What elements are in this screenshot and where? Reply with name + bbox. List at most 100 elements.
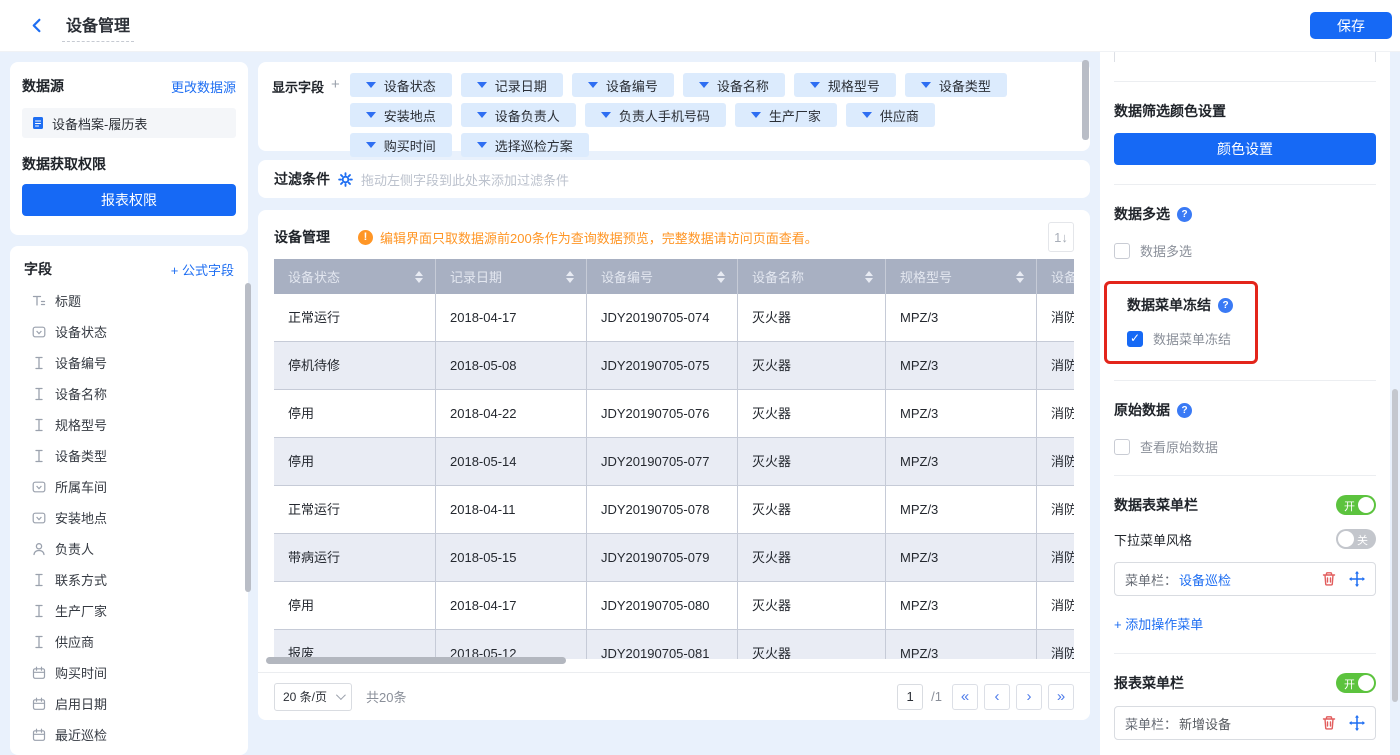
- report-menubar-title: 报表菜单栏: [1114, 675, 1184, 691]
- help-icon[interactable]: ?: [1177, 402, 1192, 418]
- sort-arrows-icon[interactable]: [566, 270, 574, 283]
- field-item[interactable]: 联系方式: [24, 564, 234, 595]
- display-field-chip[interactable]: 选择巡检方案: [460, 133, 589, 157]
- prev-page-button[interactable]: ‹: [984, 683, 1010, 710]
- display-field-chip[interactable]: 设备负责人: [460, 103, 576, 127]
- dropdown-style-toggle[interactable]: 关: [1336, 529, 1376, 549]
- warning-text: 编辑界面只取数据源前200条作为查询数据预览，完整数据请访问页面查看。: [380, 230, 818, 246]
- sort-tool-button[interactable]: 1↓: [1048, 222, 1074, 252]
- table-menubar-item[interactable]: 菜单栏： 设备巡检: [1114, 562, 1376, 596]
- back-icon[interactable]: [26, 15, 48, 37]
- menubar-item-value[interactable]: 设备巡检: [1179, 570, 1231, 589]
- page-scrollbar[interactable]: [1392, 389, 1398, 702]
- table-row[interactable]: 停用 2018-04-17 JDY20190705-080 灭火器 MPZ/3 …: [274, 582, 1074, 630]
- column-label: 设备类型: [1051, 270, 1074, 285]
- first-page-button[interactable]: «: [952, 683, 978, 710]
- fields-scrollbar[interactable]: [245, 283, 251, 592]
- raw-data-checkbox-label: 查看原始数据: [1140, 440, 1219, 455]
- cell-device-name: 灭火器: [738, 630, 886, 659]
- page-title[interactable]: 设备管理: [62, 10, 135, 42]
- display-field-chip[interactable]: 规格型号: [793, 73, 896, 97]
- multi-select-checkbox-row[interactable]: 数据多选: [1114, 241, 1376, 260]
- display-field-chip[interactable]: 设备名称: [682, 73, 785, 97]
- field-item[interactable]: 购买时间: [24, 657, 234, 688]
- table-row[interactable]: 正常运行 2018-04-11 JDY20190705-078 灭火器 MPZ/…: [274, 486, 1074, 534]
- raw-data-checkbox[interactable]: [1114, 438, 1130, 455]
- report-menubar-toggle[interactable]: 开: [1336, 673, 1376, 693]
- display-field-chip[interactable]: 生产厂家: [734, 103, 837, 127]
- table-menubar-toggle[interactable]: 开: [1336, 495, 1376, 515]
- table-header-cell[interactable]: 设备名称: [738, 259, 886, 294]
- move-icon[interactable]: [1349, 571, 1365, 587]
- delete-icon[interactable]: [1321, 571, 1337, 587]
- sort-arrows-icon[interactable]: [717, 270, 725, 283]
- last-page-button[interactable]: »: [1048, 683, 1074, 710]
- next-page-button[interactable]: ›: [1016, 683, 1042, 710]
- display-field-chip[interactable]: 购买时间: [349, 133, 452, 157]
- field-type-icon: [32, 635, 46, 649]
- menu-freeze-title: 数据菜单冻结: [1127, 297, 1211, 313]
- cell-device-status: 停机待修: [274, 342, 436, 389]
- field-item[interactable]: 负责人: [24, 533, 234, 564]
- field-item[interactable]: 所属车间: [24, 471, 234, 502]
- add-action-menu-link[interactable]: + 添加操作菜单: [1114, 614, 1203, 633]
- field-item[interactable]: 供应商: [24, 626, 234, 657]
- help-icon[interactable]: ?: [1177, 206, 1192, 222]
- add-display-field-button[interactable]: +: [331, 76, 340, 140]
- help-icon[interactable]: ?: [1218, 297, 1233, 313]
- table-header-cell[interactable]: 设备状态: [274, 259, 436, 294]
- move-icon[interactable]: [1349, 715, 1365, 731]
- display-field-chip[interactable]: 负责人手机号码: [584, 103, 726, 127]
- middle-scrollbar[interactable]: [1082, 60, 1089, 140]
- field-item[interactable]: 安装地点: [24, 502, 234, 533]
- color-settings-button[interactable]: 颜色设置: [1114, 133, 1376, 165]
- menu-freeze-checkbox[interactable]: [1127, 330, 1143, 347]
- field-item[interactable]: 标题: [24, 285, 234, 316]
- field-item[interactable]: 最近巡检: [24, 719, 234, 750]
- menu-freeze-checkbox-row[interactable]: 数据菜单冻结: [1127, 329, 1255, 348]
- report-menubar-item[interactable]: 菜单栏： 新增设备: [1114, 706, 1376, 740]
- field-item[interactable]: 设备名称: [24, 378, 234, 409]
- report-permission-button[interactable]: 报表权限: [22, 184, 236, 216]
- field-type-icon: [32, 480, 46, 494]
- page-number-input[interactable]: [897, 683, 924, 710]
- table-header-cell[interactable]: 设备类型: [1037, 259, 1074, 294]
- horizontal-scrollbar[interactable]: [266, 657, 566, 664]
- field-item[interactable]: 设备类型: [24, 440, 234, 471]
- table-header-cell[interactable]: 记录日期: [436, 259, 587, 294]
- table-row[interactable]: 停用 2018-04-22 JDY20190705-076 灭火器 MPZ/3 …: [274, 390, 1074, 438]
- display-field-chip[interactable]: 设备类型: [904, 73, 1007, 97]
- field-item[interactable]: 启用日期: [24, 688, 234, 719]
- table-row[interactable]: 报废 2018-05-12 JDY20190705-081 灭火器 MPZ/3 …: [274, 630, 1074, 659]
- delete-icon[interactable]: [1321, 715, 1337, 731]
- sort-arrows-icon[interactable]: [865, 270, 873, 283]
- sort-arrows-icon[interactable]: [1016, 270, 1024, 283]
- page-size-select[interactable]: 20 条/页: [274, 682, 352, 711]
- gear-icon[interactable]: [338, 171, 353, 187]
- cell-device-no: JDY20190705-076: [587, 390, 738, 437]
- filter-bar[interactable]: 过滤条件 拖动左侧字段到此处来添加过滤条件: [258, 160, 1090, 198]
- change-datasource-link[interactable]: 更改数据源: [171, 77, 236, 96]
- field-item[interactable]: 设备状态: [24, 316, 234, 347]
- datasource-item[interactable]: 设备档案-履历表: [22, 108, 236, 138]
- display-field-chip[interactable]: 安装地点: [349, 103, 452, 127]
- table-row[interactable]: 带病运行 2018-05-15 JDY20190705-079 灭火器 MPZ/…: [274, 534, 1074, 582]
- field-item[interactable]: 设备编号: [24, 347, 234, 378]
- field-item[interactable]: 生产厂家: [24, 595, 234, 626]
- display-field-chip[interactable]: 设备编号: [571, 73, 674, 97]
- display-field-chip[interactable]: 供应商: [845, 103, 935, 127]
- display-field-chip[interactable]: 设备状态: [349, 73, 452, 97]
- add-formula-field-link[interactable]: + 公式字段: [171, 260, 234, 279]
- table-header-cell[interactable]: 规格型号: [886, 259, 1037, 294]
- sort-arrows-icon[interactable]: [415, 270, 423, 283]
- menubar-item-value[interactable]: 新增设备: [1179, 714, 1231, 733]
- field-item[interactable]: 规格型号: [24, 409, 234, 440]
- display-field-chip[interactable]: 记录日期: [460, 73, 563, 97]
- table-row[interactable]: 停机待修 2018-05-08 JDY20190705-075 灭火器 MPZ/…: [274, 342, 1074, 390]
- save-button[interactable]: 保存: [1310, 12, 1392, 39]
- table-row[interactable]: 正常运行 2018-04-17 JDY20190705-074 灭火器 MPZ/…: [274, 294, 1074, 342]
- multi-select-checkbox[interactable]: [1114, 242, 1130, 259]
- table-header-cell[interactable]: 设备编号: [587, 259, 738, 294]
- raw-data-checkbox-row[interactable]: 查看原始数据: [1114, 437, 1376, 456]
- table-row[interactable]: 停用 2018-05-14 JDY20190705-077 灭火器 MPZ/3 …: [274, 438, 1074, 486]
